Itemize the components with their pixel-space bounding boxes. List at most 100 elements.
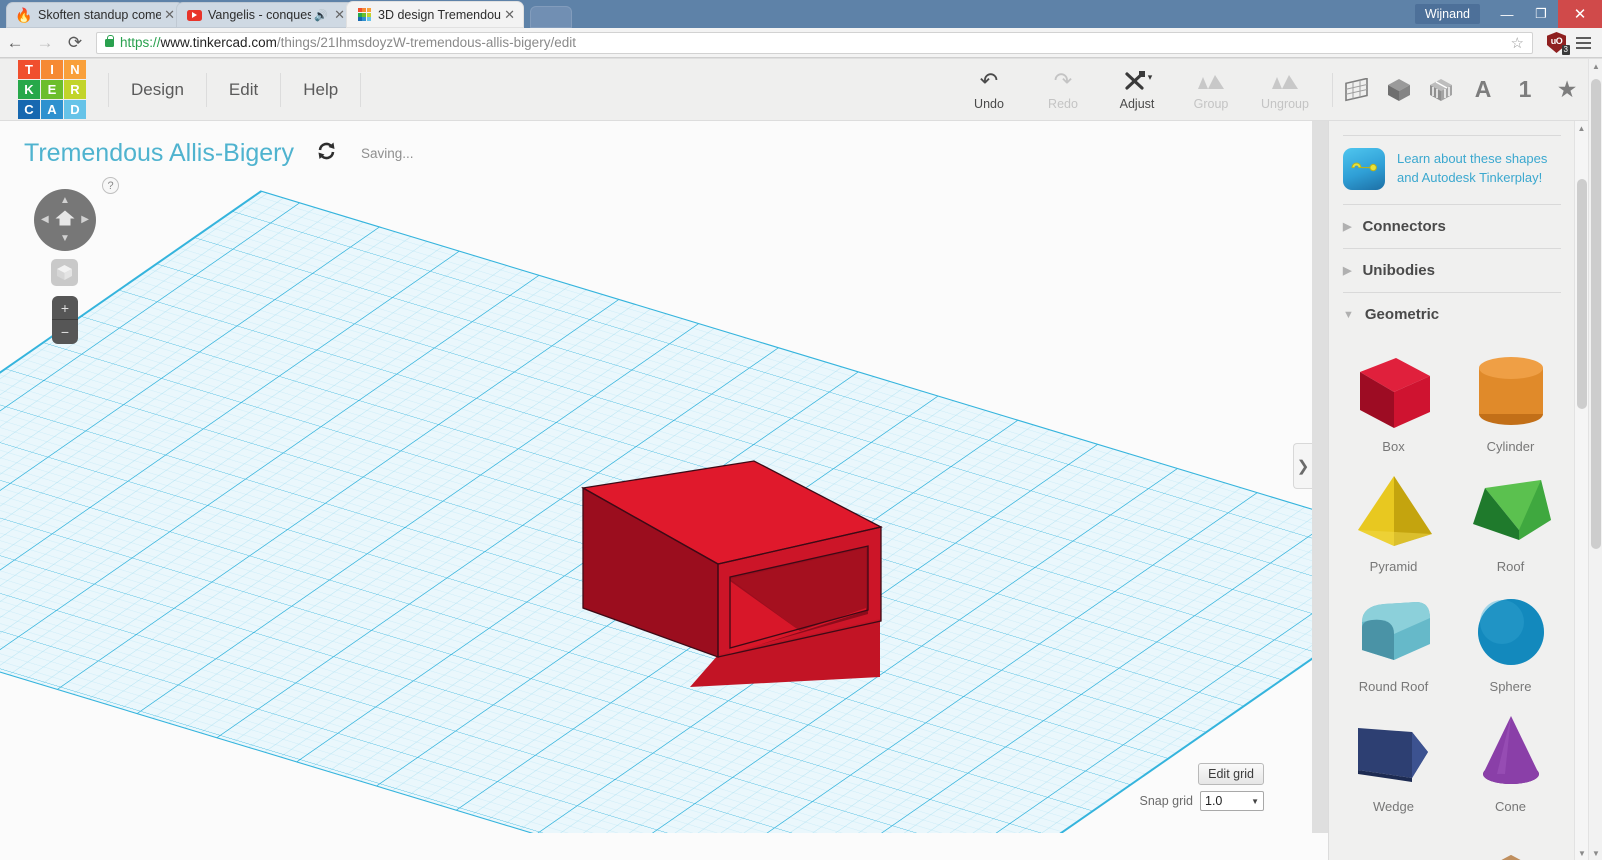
page-scrollbar[interactable]: ▲ ▼ xyxy=(1588,59,1602,860)
shape-round-roof-thumbnail xyxy=(1348,588,1440,676)
edit-grid-button[interactable]: Edit grid xyxy=(1198,763,1264,785)
view-orbit-dial[interactable]: ▲ ▼ ◀ ▶ xyxy=(34,189,96,251)
group-button[interactable]: Group xyxy=(1174,69,1248,111)
shape-cone[interactable]: Cone xyxy=(1452,700,1569,818)
ublock-origin-icon[interactable]: uO 3 xyxy=(1547,32,1570,55)
tinkerplay-line2: and Autodesk Tinkerplay! xyxy=(1397,170,1543,185)
shape-label: Roof xyxy=(1496,559,1525,574)
adjust-caret: ▾ xyxy=(1147,71,1153,82)
panel-section-unibodies[interactable]: ▶ Unibodies xyxy=(1329,249,1575,292)
design-canvas[interactable]: Tremendous Allis-Bigery Saving... ▲ ▼ ◀ … xyxy=(0,121,1312,833)
number-tool-icon[interactable]: 1 xyxy=(1512,73,1538,107)
edit-tools: ↶ Undo ↷ Redo ▾ Adjust Group Ungroup xyxy=(952,59,1322,121)
menu-help[interactable]: Help xyxy=(281,72,362,107)
tinkercad-logo[interactable]: TIN KER CAD xyxy=(18,60,86,119)
redo-icon: ↷ xyxy=(1053,68,1073,93)
browser-tab-2[interactable]: 3D design Tremendous Al ✕ xyxy=(346,1,524,28)
snap-grid-value: 1.0 xyxy=(1205,794,1223,808)
minimize-button[interactable]: — xyxy=(1490,0,1524,28)
orbit-right-arrow[interactable]: ▶ xyxy=(81,215,89,225)
browser-profile-name[interactable]: Wijnand xyxy=(1414,4,1480,24)
shape-sphere[interactable]: Sphere xyxy=(1452,580,1569,698)
shape-cylinder[interactable]: Cylinder xyxy=(1452,340,1569,458)
scrollbar-thumb[interactable] xyxy=(1577,179,1587,409)
ungroup-button[interactable]: Ungroup xyxy=(1248,69,1322,111)
shape-hemisphere[interactable] xyxy=(1335,820,1452,860)
browser-tab-1[interactable]: Vangelis - conquest of 🔊 ✕ xyxy=(176,2,354,28)
fit-view-button[interactable] xyxy=(51,259,78,286)
striped-cube-icon[interactable] xyxy=(1428,73,1454,107)
scroll-down-arrow[interactable]: ▼ xyxy=(1575,846,1588,860)
panel-collapse-button[interactable]: ❯ xyxy=(1293,443,1312,489)
zoom-out-button[interactable]: − xyxy=(52,320,78,344)
reload-button[interactable]: ⟳ xyxy=(60,28,90,58)
shape-roof-thumbnail xyxy=(1465,468,1557,556)
tab-strip: 🔥 Skoften standup comedy: ✕ Vangelis - c… xyxy=(0,0,572,28)
toolbar-divider xyxy=(1332,72,1333,107)
adjust-tools-icon xyxy=(1125,71,1145,90)
adjust-icon: ▾ xyxy=(1122,69,1153,94)
scrollbar-thumb[interactable] xyxy=(1591,79,1601,549)
forward-button[interactable]: → xyxy=(30,28,60,58)
shape-box[interactable]: Box xyxy=(1335,340,1452,458)
logo-tile-c: C xyxy=(18,100,40,119)
logo-tile-a: A xyxy=(41,100,63,119)
adjust-button[interactable]: ▾ Adjust xyxy=(1100,69,1174,111)
maximize-button[interactable]: ❐ xyxy=(1524,0,1558,28)
browser-tab-0[interactable]: 🔥 Skoften standup comedy: ✕ xyxy=(6,2,184,28)
scroll-down-arrow[interactable]: ▼ xyxy=(1589,846,1602,860)
panel-scrollbar[interactable]: ▲ ▼ xyxy=(1574,121,1588,860)
shape-label: Cone xyxy=(1494,799,1527,814)
scroll-up-arrow[interactable]: ▲ xyxy=(1575,121,1588,135)
snap-grid-select[interactable]: 1.0 ▼ xyxy=(1200,791,1264,811)
panel-section-connectors[interactable]: ▶ Connectors xyxy=(1329,205,1575,248)
youtube-icon xyxy=(186,7,202,23)
cube-icon xyxy=(57,265,72,280)
tinkerplay-promo[interactable]: Learn about these shapes and Autodesk Ti… xyxy=(1329,136,1575,204)
shape-wedge[interactable]: Wedge xyxy=(1335,700,1452,818)
zoom-in-button[interactable]: + xyxy=(52,296,78,320)
shape-pyramid[interactable]: Pyramid xyxy=(1335,460,1452,578)
group-label: Group xyxy=(1193,96,1229,111)
shape-label: Wedge xyxy=(1373,799,1414,814)
panel-section-geometric[interactable]: ▼ Geometric xyxy=(1329,293,1575,336)
design-header: Tremendous Allis-Bigery Saving... xyxy=(24,139,414,168)
shape-polygon[interactable] xyxy=(1452,820,1569,860)
home-view-icon[interactable] xyxy=(55,209,76,232)
favorite-star-icon[interactable]: ★ xyxy=(1554,73,1580,107)
text-tool-icon[interactable]: A xyxy=(1470,73,1496,107)
help-icon[interactable]: ? xyxy=(102,177,119,194)
shape-round-roof[interactable]: Round Roof xyxy=(1335,580,1452,698)
tab-title: Skoften standup comedy: xyxy=(38,8,162,22)
address-bar[interactable]: https:// www.tinkercad.com /things/21Ihm… xyxy=(96,31,1533,54)
orbit-up-arrow[interactable]: ▲ xyxy=(60,196,70,206)
tab-close-icon[interactable]: ✕ xyxy=(501,7,518,23)
redo-button[interactable]: ↷ Redo xyxy=(1026,68,1100,111)
menu-design[interactable]: Design xyxy=(108,72,207,107)
bookmark-star-icon[interactable]: ☆ xyxy=(1501,34,1524,52)
tab-audio-icon[interactable]: 🔊 xyxy=(314,9,328,22)
workplane-grid-icon[interactable] xyxy=(1343,73,1370,107)
shape-hemisphere-thumbnail xyxy=(1348,843,1440,860)
scroll-up-arrow[interactable]: ▲ xyxy=(1589,59,1602,73)
chevron-down-icon: ▼ xyxy=(1343,308,1354,321)
url-path: /things/21IhmsdoyzW-tremendous-allis-big… xyxy=(276,35,576,50)
undo-button[interactable]: ↶ Undo xyxy=(952,68,1026,111)
lock-icon xyxy=(105,34,114,47)
close-button[interactable]: ✕ xyxy=(1558,0,1602,28)
workplane-grid[interactable] xyxy=(0,121,1312,833)
shapes-panel-content: Learn about these shapes and Autodesk Ti… xyxy=(1329,121,1575,860)
solid-cube-icon[interactable] xyxy=(1386,73,1412,107)
shape-box-thumbnail xyxy=(1348,348,1440,436)
ungroup-icon xyxy=(1270,69,1300,94)
undo-icon: ↶ xyxy=(979,68,999,93)
design-title[interactable]: Tremendous Allis-Bigery xyxy=(24,139,294,168)
new-tab-button[interactable] xyxy=(530,6,572,28)
orbit-down-arrow[interactable]: ▼ xyxy=(60,234,70,244)
shape-roof[interactable]: Roof xyxy=(1452,460,1569,578)
hamburger-menu-icon[interactable] xyxy=(1570,30,1596,56)
back-button[interactable]: ← xyxy=(0,28,30,58)
sync-icon[interactable] xyxy=(316,141,337,166)
menu-edit[interactable]: Edit xyxy=(207,72,282,107)
orbit-left-arrow[interactable]: ◀ xyxy=(41,215,49,225)
